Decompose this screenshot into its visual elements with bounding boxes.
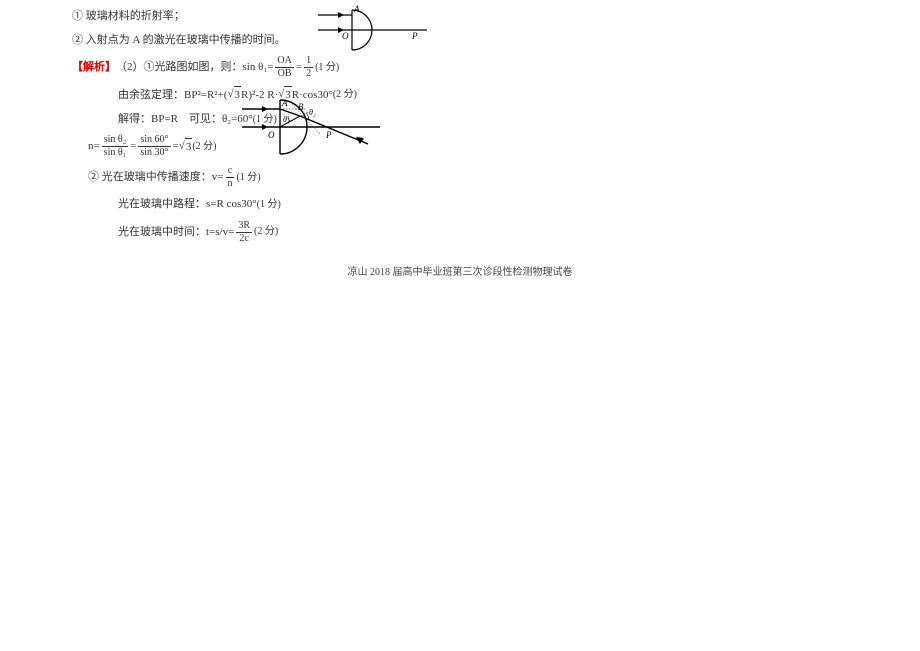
score-6: (1 分)	[257, 197, 281, 213]
solution-solve: 解得：BP=R 可见：θ₂=60° (1 分)	[72, 111, 848, 129]
label-O: O	[342, 31, 349, 41]
svg-text:θ₁: θ₁	[283, 115, 290, 124]
question-2: ② 入射点为 A 的激光在玻璃中传播的时间。	[72, 32, 848, 50]
frac-sin-ratio: sin θ₂ sin θ₁	[102, 134, 128, 159]
label-P: P	[411, 31, 418, 41]
solution-time: 光在玻璃中时间：t=s/v= 3R 2c (2 分)	[72, 220, 848, 245]
score-4: (2 分)	[192, 139, 216, 155]
frac-c-n: c n	[225, 165, 234, 190]
score-7: (2 分)	[254, 224, 278, 240]
score-5: (1 分)	[236, 170, 260, 186]
sol-intro: （2）①光路图如图，则：sin θ₁=	[116, 59, 273, 77]
frac-3r-2c: 3R 2c	[236, 220, 252, 245]
score-1: (1 分)	[315, 60, 339, 76]
frac-sin-deg: sin 60° sin 30°	[138, 134, 170, 159]
svg-text:P: P	[325, 130, 332, 140]
solution-cosine: 由余弦定理： BP²=R²+( 3 R)²-2 R· 3 R·cos30° (2…	[72, 86, 848, 105]
question-1: ① 玻璃材料的折射率；	[72, 8, 848, 26]
solution-path: 光在玻璃中路程：s=R cos30° (1 分)	[72, 196, 848, 214]
solution-line-1: 【解析】 （2）①光路图如图，则：sin θ₁= OA OB = 1 2 (1 …	[72, 55, 848, 80]
frac-oa-ob: OA OB	[275, 55, 293, 80]
svg-text:O: O	[268, 130, 275, 140]
solution-velocity: ② 光在玻璃中传播速度：v= c n (1 分)	[72, 165, 848, 190]
svg-text:θ₂: θ₂	[309, 108, 316, 117]
label-A: A	[353, 4, 360, 14]
diagram-solution: A B O P θ₁ θ₂	[238, 96, 383, 161]
page-footer: 凉山 2018 届高中毕业班第三次诊段性检测物理试卷	[72, 263, 848, 278]
diagram-original: A O P	[312, 4, 432, 59]
svg-text:B: B	[298, 102, 304, 112]
analysis-label: 【解析】	[72, 59, 116, 77]
svg-text:A: A	[281, 98, 288, 108]
solution-n: n= sin θ₂ sin θ₁ = sin 60° sin 30° = 3 (…	[72, 134, 848, 159]
